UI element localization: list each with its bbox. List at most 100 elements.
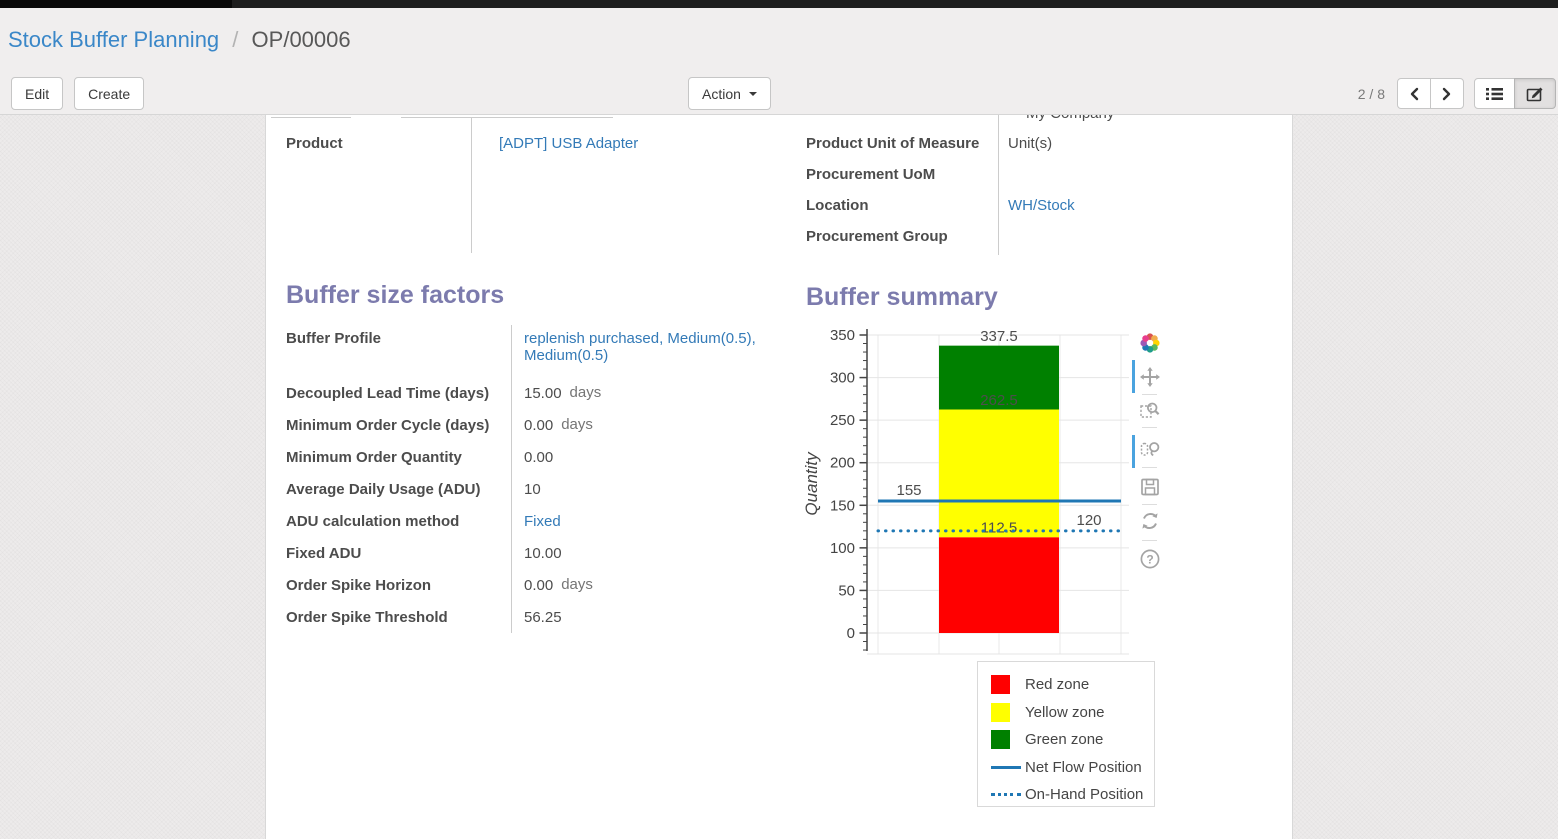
field-value-decoupled-lead-time-days: 15.00days: [511, 385, 601, 402]
list-view-button[interactable]: [1474, 78, 1515, 109]
breadcrumb: Stock Buffer Planning / OP/00006: [8, 27, 351, 53]
bar-segment-label: 262.5: [980, 392, 1018, 409]
field-row-fixed-adu: Fixed ADU10.00: [286, 542, 786, 574]
breadcrumb-current: OP/00006: [252, 27, 351, 52]
field-suffix-minimum-order-cycle-days: days: [561, 416, 593, 433]
modebar-separator: [1142, 394, 1157, 395]
top-navbar: [0, 0, 1558, 8]
form-view-button[interactable]: [1514, 78, 1556, 109]
field-label-fixed-adu: Fixed ADU: [286, 545, 511, 562]
chart-modebar: ?: [1139, 332, 1161, 572]
legend-item-red-zone[interactable]: Red zone: [991, 671, 1154, 699]
chevron-left-icon: [1409, 87, 1419, 101]
legend-swatch-yellow-zone: [991, 703, 1025, 722]
y-axis-tick-label: 150: [830, 497, 855, 514]
product-fields-right: My Company Product Unit of MeasureUnit(s…: [806, 115, 1294, 256]
save-image-icon[interactable]: [1139, 476, 1161, 498]
field-value-minimum-order-quantity: 0.00: [511, 449, 553, 466]
pager-next-button[interactable]: [1430, 78, 1464, 109]
product-fields-left: Product[ADPT] USB Adapter: [286, 115, 791, 163]
field-value-location[interactable]: WH/Stock: [998, 197, 1075, 214]
field-row-adu-calculation-method: ADU calculation methodFixed: [286, 510, 786, 542]
control-panel: Stock Buffer Planning / OP/00006 Edit Cr…: [0, 8, 1558, 115]
legend-item-on-hand-position[interactable]: On-Hand Position: [991, 781, 1154, 809]
legend-item-net-flow-position[interactable]: Net Flow Position: [991, 754, 1154, 782]
field-value-product[interactable]: [ADPT] USB Adapter: [471, 135, 638, 152]
field-label-buffer-profile: Buffer Profile: [286, 330, 511, 347]
field-suffix-order-spike-horizon: days: [561, 576, 593, 593]
field-value-product-unit-of-measure: Unit(s): [998, 135, 1052, 152]
reference-line-label-net-flow-position: 155: [896, 482, 921, 499]
field-value-adu-calculation-method[interactable]: Fixed: [511, 513, 561, 530]
breadcrumb-parent-link[interactable]: Stock Buffer Planning: [8, 27, 219, 52]
lasso-select-icon[interactable]: [1139, 438, 1161, 460]
field-row-procurement-uom: Procurement UoM: [806, 163, 1294, 194]
action-dropdown-label: Action: [702, 86, 741, 102]
help-icon[interactable]: ?: [1139, 548, 1161, 570]
legend-label-on-hand-position: On-Hand Position: [1025, 786, 1143, 803]
legend-label-yellow-zone: Yellow zone: [1025, 704, 1105, 721]
field-value-order-spike-threshold: 56.25: [511, 609, 562, 626]
field-label-location: Location: [806, 197, 998, 214]
field-label-product-unit-of-measure: Product Unit of Measure: [806, 135, 998, 152]
create-button[interactable]: Create: [74, 77, 144, 110]
bar-segment-label: 337.5: [980, 328, 1018, 345]
y-axis-tick-label: 100: [830, 540, 855, 557]
y-axis-title: Quantity: [802, 451, 821, 516]
toolbar-right: 2 / 8: [1358, 78, 1556, 109]
field-label-minimum-order-quantity: Minimum Order Quantity: [286, 449, 511, 466]
legend-item-yellow-zone[interactable]: Yellow zone: [991, 699, 1154, 727]
modebar-separator: [1142, 427, 1157, 428]
edit-button[interactable]: Edit: [11, 77, 63, 110]
field-value-fixed-adu: 10.00: [511, 545, 562, 562]
field-label-procurement-group: Procurement Group: [806, 228, 998, 245]
pager-previous-button[interactable]: [1397, 78, 1431, 109]
plotly-logo-icon[interactable]: [1139, 332, 1161, 354]
reference-line-label-on-hand-position: 120: [1076, 512, 1101, 529]
clipped-company-row: My Company: [806, 115, 1294, 132]
chart-bar-yellow-zone: [939, 410, 1059, 538]
field-label-average-daily-usage-adu: Average Daily Usage (ADU): [286, 481, 511, 498]
bar-segment-label: 112.5: [981, 520, 1017, 537]
action-dropdown-button[interactable]: Action: [688, 77, 771, 110]
field-row-buffer-profile: Buffer Profilereplenish purchased, Mediu…: [286, 327, 786, 382]
chart-legend: Red zone Yellow zone Green zone Net Flow Po…: [977, 661, 1155, 807]
zoom-select-icon[interactable]: [1139, 399, 1161, 421]
legend-swatch-net-flow-position: [991, 766, 1025, 769]
chevron-right-icon: [1442, 87, 1452, 101]
legend-label-red-zone: Red zone: [1025, 676, 1089, 693]
field-row-procurement-group: Procurement Group: [806, 225, 1294, 256]
edit-form-icon: [1526, 86, 1544, 102]
field-label-minimum-order-cycle-days: Minimum Order Cycle (days): [286, 417, 511, 434]
pan-icon[interactable]: [1139, 366, 1161, 388]
field-label-order-spike-threshold: Order Spike Threshold: [286, 609, 511, 626]
toolbar-left: Edit Create: [11, 77, 144, 110]
pager-nav-group: [1397, 78, 1464, 109]
field-label-procurement-uom: Procurement UoM: [806, 166, 998, 183]
field-row-product-unit-of-measure: Product Unit of MeasureUnit(s): [806, 132, 1294, 163]
legend-swatch-red-zone: [991, 675, 1025, 694]
legend-swatch-green-zone: [991, 730, 1025, 749]
modebar-active-indicator: [1132, 360, 1135, 393]
toolbar-center: Action: [688, 77, 771, 110]
legend-swatch-on-hand-position: [991, 793, 1025, 796]
company-field-value-clipped: My Company: [1016, 115, 1114, 122]
y-axis-tick-label: 250: [830, 412, 855, 429]
modebar-active-indicator: [1132, 435, 1135, 468]
field-value-buffer-profile[interactable]: replenish purchased, Medium(0.5), Medium…: [511, 330, 776, 364]
y-axis-tick-label: 0: [847, 625, 855, 642]
y-axis-tick-label: 300: [830, 370, 855, 387]
form-sheet: Product[ADPT] USB Adapter My Company Pro…: [265, 115, 1293, 839]
legend-label-green-zone: Green zone: [1025, 731, 1103, 748]
buffer-chart-svg: 112.5262.5337.51551200501001502002503003…: [801, 325, 1131, 665]
field-row-decoupled-lead-time-days: Decoupled Lead Time (days)15.00days: [286, 382, 786, 414]
modebar-separator: [1142, 467, 1157, 468]
modebar-separator: [1142, 540, 1157, 541]
reset-axes-icon[interactable]: [1139, 510, 1161, 532]
caret-down-icon: [749, 92, 757, 96]
buffer-size-factors-fields: Buffer Profilereplenish purchased, Mediu…: [286, 327, 786, 638]
svg-text:?: ?: [1146, 553, 1153, 567]
field-value-minimum-order-cycle-days: 0.00days: [511, 417, 593, 434]
legend-item-green-zone[interactable]: Green zone: [991, 726, 1154, 754]
y-axis-tick-label: 50: [838, 582, 855, 599]
